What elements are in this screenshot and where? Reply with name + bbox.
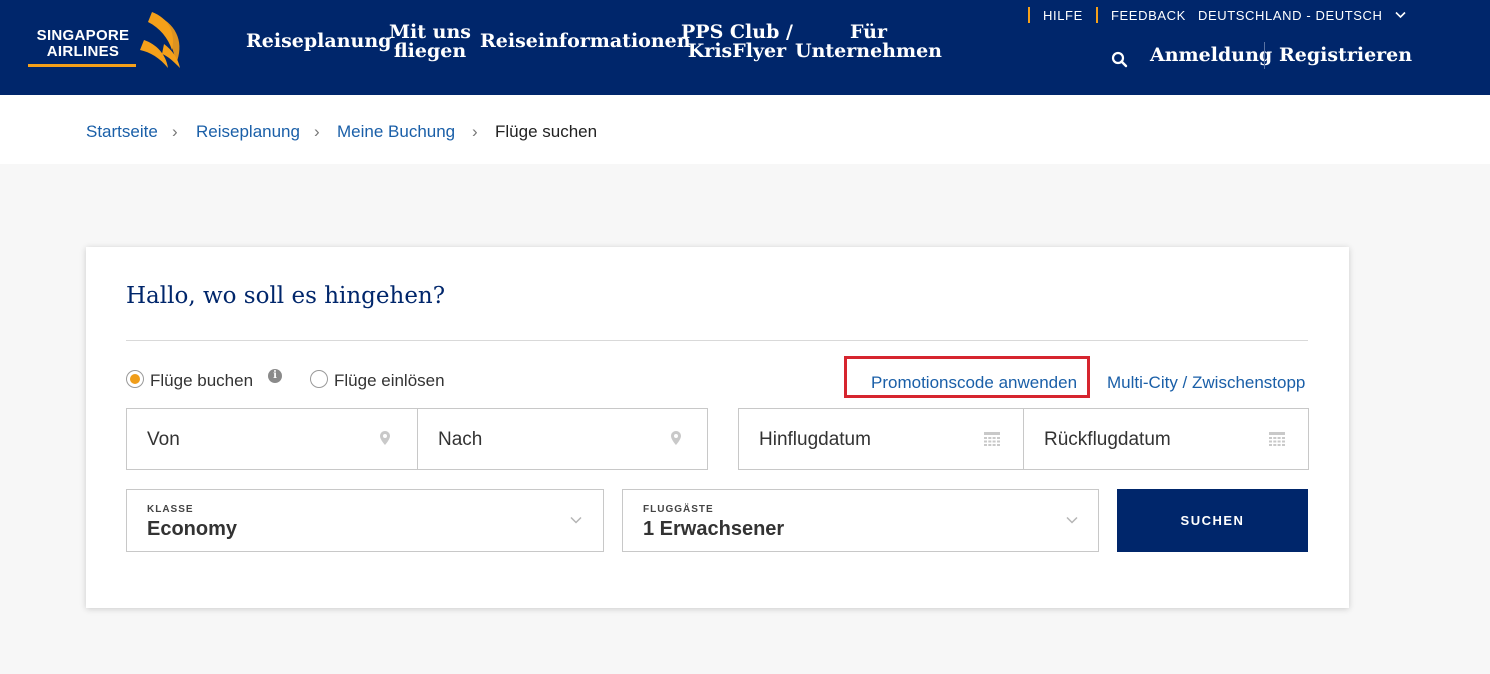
return-date-placeholder: Rückflugdatum xyxy=(1044,429,1171,450)
from-placeholder: Von xyxy=(147,429,180,450)
departure-date-input[interactable]: Hinflugdatum xyxy=(738,408,1024,470)
to-placeholder: Nach xyxy=(438,429,483,450)
cabin-class-value: Economy xyxy=(147,518,238,540)
nav-item-reiseplanung[interactable]: Reiseplanung xyxy=(246,32,391,51)
page-title: Hallo, wo soll es hingehen? xyxy=(126,283,446,309)
feedback-link[interactable]: FEEDBACK xyxy=(1111,8,1186,23)
breadcrumb: Startseite › Reiseplanung › Meine Buchun… xyxy=(0,95,1490,164)
passengers-select[interactable]: FLUGGÄSTE 1 Erwachsener xyxy=(622,489,1099,552)
auth-separator xyxy=(1264,42,1265,69)
site-header: SINGAPORE AIRLINES Reiseplanung Mit uns … xyxy=(0,0,1490,95)
info-icon[interactable]: i xyxy=(268,369,282,383)
cabin-class-select[interactable]: KLASSE Economy xyxy=(126,489,604,552)
breadcrumb-separator: › xyxy=(314,122,320,141)
to-input[interactable]: Nach xyxy=(417,408,708,470)
radio-book-flights[interactable] xyxy=(126,370,144,388)
locale-label: DEUTSCHLAND - DEUTSCH xyxy=(1198,8,1383,23)
breadcrumb-item-meine-buchung[interactable]: Meine Buchung xyxy=(337,122,455,142)
breadcrumb-item-reiseplanung[interactable]: Reiseplanung xyxy=(196,122,300,142)
divider xyxy=(126,340,1308,341)
logo-text-line2: AIRLINES xyxy=(46,43,120,60)
search-flights-button[interactable]: SUCHEN xyxy=(1117,489,1308,552)
chevron-down-icon xyxy=(570,516,582,524)
utility-separator xyxy=(1096,7,1098,23)
singapore-airlines-logo[interactable]: SINGAPORE AIRLINES xyxy=(26,10,188,72)
utility-separator xyxy=(1028,7,1030,23)
bird-logo-icon xyxy=(140,12,180,68)
breadcrumb-current: Flüge suchen xyxy=(495,122,598,141)
chevron-down-icon xyxy=(1395,11,1406,19)
passengers-value: 1 Erwachsener xyxy=(643,518,785,540)
passengers-label: FLUGGÄSTE xyxy=(643,504,714,515)
cabin-class-label: KLASSE xyxy=(147,504,194,515)
breadcrumb-separator: › xyxy=(472,122,478,141)
return-date-input[interactable]: Rückflugdatum xyxy=(1023,408,1309,470)
chevron-down-icon xyxy=(1066,516,1078,524)
nav-item-pps-club-krisflyer[interactable]: PPS Club / KrisFlyer xyxy=(681,23,793,61)
nav-item-fuer-unternehmen[interactable]: Für Unternehmen xyxy=(795,23,942,61)
breadcrumb-item-startseite[interactable]: Startseite xyxy=(86,122,158,142)
departure-date-placeholder: Hinflugdatum xyxy=(759,429,871,450)
flight-search-card: Hallo, wo soll es hingehen? Flüge buchen… xyxy=(86,247,1349,608)
search-icon xyxy=(1111,51,1128,68)
radio-redeem-flights-label[interactable]: Flüge einlösen xyxy=(334,371,445,391)
nav-item-mit-uns-fliegen[interactable]: Mit uns fliegen xyxy=(389,23,471,61)
radio-redeem-flights[interactable] xyxy=(310,370,328,388)
breadcrumb-separator: › xyxy=(172,122,178,141)
from-input[interactable]: Von xyxy=(126,408,418,470)
apply-promo-code-link[interactable]: Promotionscode anwenden xyxy=(871,373,1077,393)
logo-text-line1: SINGAPORE xyxy=(36,27,130,44)
radio-book-flights-label[interactable]: Flüge buchen xyxy=(150,371,253,391)
help-link[interactable]: HILFE xyxy=(1043,8,1083,23)
register-link[interactable]: Registrieren xyxy=(1279,44,1412,66)
multi-city-link[interactable]: Multi-City / Zwischenstopp xyxy=(1107,373,1305,393)
location-pin-icon xyxy=(380,431,390,445)
calendar-icon xyxy=(984,432,1000,446)
nav-item-reiseinformationen[interactable]: Reiseinformationen xyxy=(480,32,691,51)
search-button[interactable] xyxy=(1110,50,1130,70)
location-pin-icon xyxy=(671,431,681,445)
login-link[interactable]: Anmeldung xyxy=(1150,44,1272,66)
logo-underline xyxy=(28,64,136,67)
calendar-icon xyxy=(1269,432,1285,446)
locale-selector[interactable]: DEUTSCHLAND - DEUTSCH xyxy=(1198,8,1406,23)
